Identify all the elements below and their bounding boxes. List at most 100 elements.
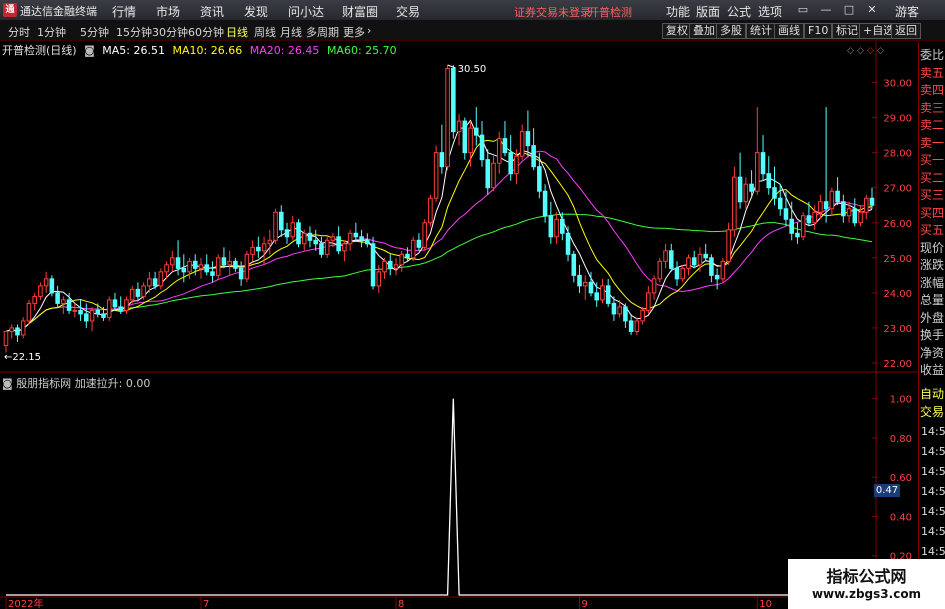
candle-body [238,267,244,280]
restore-icon[interactable]: ▭ [794,1,812,19]
period-daily[interactable]: 日线 [226,24,248,40]
f10-button[interactable]: F10 [804,23,833,39]
candle-body [823,201,829,210]
candle-body [668,250,674,269]
quote-side-panel: 委比 卖五 卖四 卖三 卖二 卖一 买一 买二 买三 买四 买五 现价 涨跌 涨幅 总量 外盘 换手 净资 收益 自动… [918,42,945,609]
candle-body [663,250,668,262]
period-1min[interactable]: 1分钟 [37,24,66,40]
side-label-4: 卖二 [920,118,945,132]
candle-body [313,239,318,245]
candle-body [496,138,502,164]
time-tick-label: 2022年 [8,597,43,609]
menu-ask-xiaoda[interactable]: 问小达 [288,3,324,20]
period-multi[interactable]: 多周期 [306,24,339,40]
high-price-label: 30.50 [458,64,487,75]
menu-formula[interactable]: 公式 [727,3,751,20]
candle-body [680,267,686,280]
candle-body [290,222,296,238]
side-auto-label-1[interactable]: 交易 [920,403,944,420]
side-label-10: 买五 [920,223,945,237]
candle-body [485,159,491,189]
statistics-button[interactable]: 统计 [746,23,776,39]
candle-body [192,260,198,269]
side-auto-label-0[interactable]: 自动 [920,385,944,402]
period-5min[interactable]: 5分钟 [80,24,109,40]
side-time-3: 14:56 [921,485,945,498]
candle-body [657,260,663,280]
toggle-circle-icon[interactable]: ◙ [84,44,95,57]
stock-period-label: 开普检测(日线) [2,44,77,57]
sub-tick-label: 1.00 [890,395,912,406]
candle-body [422,222,427,248]
mark-button[interactable]: 标记 [832,23,862,39]
user-guest[interactable]: 游客 [895,3,919,20]
candle-body [852,208,858,224]
candle-body [519,131,525,157]
candle-body [686,257,691,269]
side-time-5: 14:56 [921,525,945,538]
candle-body [365,239,370,245]
menu-layout[interactable]: 版面 [696,3,720,20]
menu-functions[interactable]: 功能 [666,3,690,20]
side-label-1: 卖五 [920,65,945,80]
candle-body [634,320,640,332]
side-label-14: 总量 [920,293,945,307]
candle-body [387,260,393,269]
period-intraday[interactable]: 分时 [8,24,30,40]
period-monthly[interactable]: 月线 [280,24,302,40]
candle-body [336,236,341,252]
maximize-icon[interactable]: □ [840,1,858,19]
menu-market[interactable]: 市场 [156,3,180,20]
ma10-label: MA10: 26.66 [172,44,243,57]
candle-body [623,306,628,322]
close-icon[interactable]: ✕ [863,1,881,19]
chevron-right-icon[interactable]: › [367,24,371,37]
menu-options[interactable]: 选项 [758,3,782,20]
candle-body [617,306,622,315]
candle-body [433,152,439,199]
candle-body [267,239,273,245]
multi-stock-button[interactable]: 多股 [716,23,746,39]
time-tick-label: 7 [203,599,209,609]
menu-wealth-circle[interactable]: 财富圈 [342,3,378,20]
period-more[interactable]: 更多 [343,24,365,40]
draw-line-button[interactable]: 画线 [774,23,804,39]
candle-body [43,278,49,287]
candle-body [347,232,353,245]
candle-body [32,295,37,304]
watermark-url: www.zbgs3.com [811,587,922,601]
candle-body [244,253,250,280]
candle-body [560,218,565,234]
candle-body [766,173,772,189]
menu-news[interactable]: 资讯 [200,3,224,20]
toggle-circle-icon[interactable]: ◙ [2,377,13,390]
period-weekly[interactable]: 周线 [254,24,276,40]
candle-body [726,229,731,262]
candle-body [554,218,559,238]
candle-body [789,218,794,234]
price-tick-label: 23.00 [883,324,912,335]
price-tick-label: 30.00 [883,79,912,90]
candle-body [250,246,255,255]
candle-body [600,285,605,301]
menu-market-quotes[interactable]: 行情 [112,3,136,20]
side-label-2: 卖四 [920,83,945,97]
stock-chart[interactable]: 30.00 29.00 28.00 27.00 26.00 25.00 24.00 23.00… [0,41,945,609]
period-60min[interactable]: 60分钟 [188,24,224,40]
period-15min[interactable]: 15分钟 [116,24,152,40]
period-30min[interactable]: 30分钟 [152,24,188,40]
adjust-button[interactable]: 复权 [662,23,692,39]
overlay-button[interactable]: 叠加 [689,23,719,39]
candle-body [319,243,324,255]
menu-discover[interactable]: 发现 [244,3,268,20]
candle-body [307,232,313,241]
candle-body [772,187,777,199]
minimize-icon[interactable]: — [817,1,835,19]
sub-tick-label: 0.80 [890,434,912,445]
menu-trade[interactable]: 交易 [396,3,420,20]
candle-body [95,309,101,315]
candle-body [324,239,330,255]
back-button[interactable]: 返回 [891,23,921,39]
trade-login-status[interactable]: 证券交易未登录 [514,4,591,20]
candle-body [605,285,611,304]
